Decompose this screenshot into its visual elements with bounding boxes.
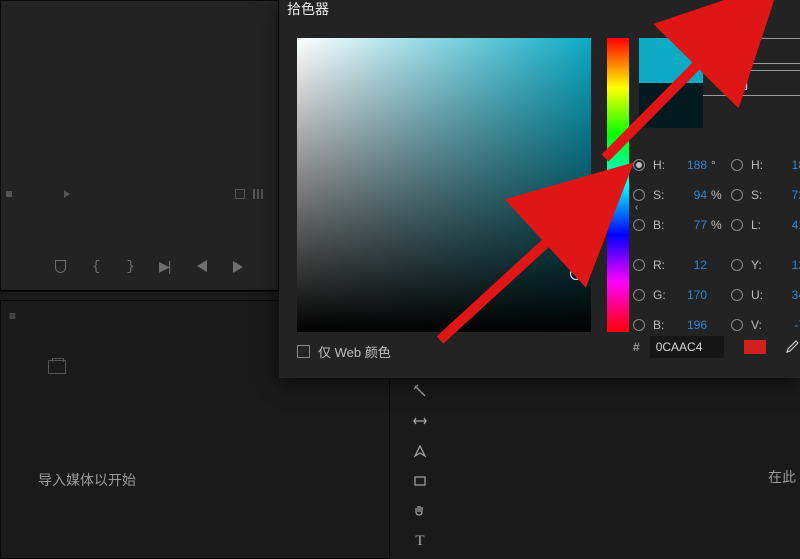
- in-point-icon[interactable]: {: [92, 259, 100, 275]
- sv-cursor-a[interactable]: [567, 221, 579, 233]
- hsl-s-label: S:: [751, 188, 767, 202]
- hex-input[interactable]: [650, 336, 724, 358]
- settings-bars-icon[interactable]: [253, 189, 265, 199]
- timeline-hint: 在此: [768, 467, 796, 487]
- b-value[interactable]: 77: [673, 218, 707, 232]
- hsl-yuv-column: H: 18 S: 72 L: 41 Y: 12 U: 34 V: -7: [731, 150, 800, 340]
- dialog-title: 拾色器: [287, 0, 329, 19]
- hex-row: #: [633, 336, 800, 358]
- web-only-checkbox[interactable]: [297, 345, 310, 358]
- hsl-h-value[interactable]: 18: [771, 158, 800, 172]
- source-monitor-panel: [0, 0, 279, 292]
- g-radio[interactable]: [633, 289, 645, 301]
- h-radio[interactable]: [633, 159, 645, 171]
- web-only-row: 仅 Web 颜色: [297, 342, 391, 361]
- y-label: Y:: [751, 258, 767, 272]
- v-label: V:: [751, 318, 767, 332]
- web-only-label: 仅 Web 颜色: [318, 342, 391, 361]
- hex-hash: #: [633, 340, 640, 354]
- type-tool-icon[interactable]: T: [410, 532, 430, 550]
- g-value[interactable]: 170: [673, 288, 707, 302]
- old-color-swatch[interactable]: [639, 83, 703, 128]
- marker-icon[interactable]: [55, 260, 66, 273]
- panel-menu-icon[interactable]: [6, 191, 12, 197]
- prev-frame-icon[interactable]: [197, 259, 207, 275]
- v-radio[interactable]: [731, 319, 743, 331]
- collapse-icon[interactable]: [64, 190, 70, 198]
- h-unit: °: [711, 158, 725, 172]
- hsl-l-label: L:: [751, 218, 767, 232]
- b-radio[interactable]: [633, 219, 645, 231]
- cancel-button-label: 取消: [722, 74, 748, 93]
- r-label: R:: [653, 258, 669, 272]
- slip-tool-icon[interactable]: [410, 412, 430, 430]
- hue-caret-left-icon: ›: [597, 202, 600, 213]
- play-icon[interactable]: [233, 261, 243, 273]
- v-value[interactable]: -7: [771, 318, 800, 332]
- rgb-b-label: B:: [653, 318, 669, 332]
- y-value[interactable]: 12: [771, 258, 800, 272]
- rect-tool-icon[interactable]: [410, 472, 430, 490]
- u-value[interactable]: 34: [771, 288, 800, 302]
- hsl-h-label: H:: [751, 158, 767, 172]
- panel-header-row: [0, 182, 279, 206]
- hue-slider[interactable]: [607, 38, 629, 332]
- ok-button-label: 确定: [722, 42, 748, 61]
- s-value[interactable]: 94: [673, 188, 707, 202]
- hand-tool-icon[interactable]: [410, 502, 430, 520]
- color-picker-dialog: 拾色器 确定 取消 › ‹ H: 188 ° S: 94 % B: 77 %: [279, 0, 800, 378]
- bin-icon[interactable]: [48, 360, 66, 374]
- hsl-h-radio[interactable]: [731, 159, 743, 171]
- b-label: B:: [653, 218, 669, 232]
- r-value[interactable]: 12: [673, 258, 707, 272]
- tools-toolbar: T: [405, 382, 435, 550]
- s-radio[interactable]: [633, 189, 645, 201]
- rgb-b-value[interactable]: 196: [673, 318, 707, 332]
- out-point-icon[interactable]: }: [126, 259, 134, 275]
- hsl-l-radio[interactable]: [731, 219, 743, 231]
- razor-tool-icon[interactable]: [410, 382, 430, 400]
- r-radio[interactable]: [633, 259, 645, 271]
- u-label: U:: [751, 288, 767, 302]
- pen-tool-icon[interactable]: [410, 442, 430, 460]
- import-hint: 导入媒体以开始: [38, 470, 136, 490]
- h-value[interactable]: 188: [673, 158, 707, 172]
- eyedropper-icon[interactable]: [784, 339, 800, 355]
- hsl-s-value[interactable]: 72: [771, 188, 800, 202]
- rgb-b-radio[interactable]: [633, 319, 645, 331]
- hsl-l-value[interactable]: 41: [771, 218, 800, 232]
- transport-controls: { } |◀: [55, 258, 243, 275]
- saturation-value-field[interactable]: [297, 38, 591, 332]
- u-radio[interactable]: [731, 289, 743, 301]
- sv-cursor-b[interactable]: [570, 268, 582, 280]
- new-color-swatch: [639, 38, 703, 83]
- step-back-icon[interactable]: |◀: [161, 258, 171, 275]
- g-label: G:: [653, 288, 669, 302]
- s-label: S:: [653, 188, 669, 202]
- b-unit: %: [711, 218, 725, 232]
- y-radio[interactable]: [731, 259, 743, 271]
- h-label: H:: [653, 158, 669, 172]
- s-unit: %: [711, 188, 725, 202]
- project-tabs[interactable]: ≡: [9, 309, 29, 323]
- hsl-s-radio[interactable]: [731, 189, 743, 201]
- view-mode-icon[interactable]: [235, 189, 245, 199]
- gamut-warning-swatch[interactable]: [744, 340, 766, 354]
- hsb-rgb-column: H: 188 ° S: 94 % B: 77 % R: 12 G: 170: [633, 150, 725, 340]
